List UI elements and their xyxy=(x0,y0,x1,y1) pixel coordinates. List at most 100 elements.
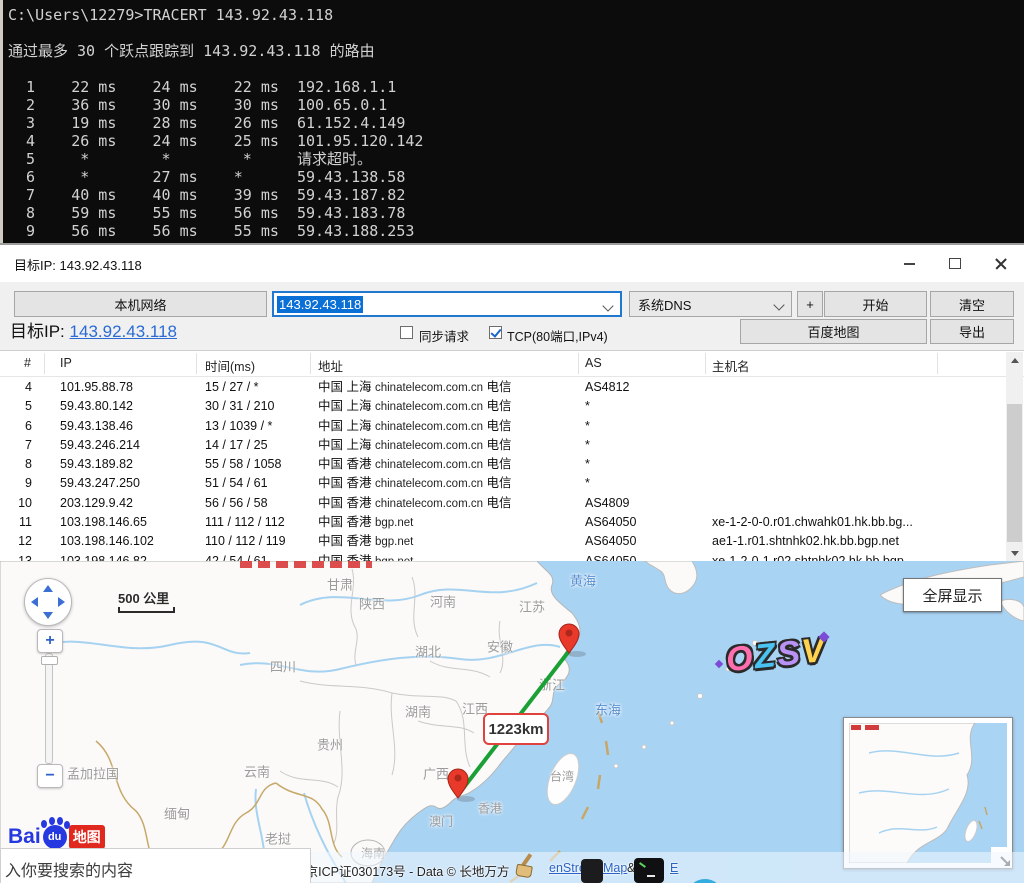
terminal-app-icon[interactable] xyxy=(634,858,664,883)
table-row[interactable]: 7 59.43.246.214 14 / 17 / 25 中国 上海 china… xyxy=(0,436,1006,455)
hops-table: # IP 时间(ms) 地址 AS 主机名 4 101.95.88.78 15 … xyxy=(0,350,1024,563)
terminal-edge-strip xyxy=(0,0,3,243)
map-scale-label: 500 公里 xyxy=(118,588,169,607)
baidu-map-logo: Bai du 地图 xyxy=(8,825,105,849)
hop-address: 中国 香港 chinatelecom.com.cn 电信 xyxy=(318,474,512,494)
minimize-button[interactable] xyxy=(886,245,932,282)
map-place-label: 澳门 xyxy=(429,813,453,830)
chevron-down-icon[interactable] xyxy=(602,300,613,311)
dark-app-icon[interactable] xyxy=(581,859,603,883)
hop-times: 55 / 58 / 1058 xyxy=(205,455,281,474)
zoom-in-button[interactable]: + xyxy=(37,629,63,653)
map-place-label: 云南 xyxy=(244,762,270,781)
table-row[interactable]: 12 103.198.146.102 110 / 112 / 119 中国 香港… xyxy=(0,532,1006,551)
terminal-line xyxy=(8,60,1024,78)
hop-times: 13 / 1039 / * xyxy=(205,417,272,436)
add-button[interactable]: + xyxy=(797,291,823,317)
col-index: # xyxy=(24,356,31,370)
osm-link-fragment[interactable]: Map xyxy=(603,861,627,875)
pan-right-icon xyxy=(58,597,65,607)
map-place-label: 四川 xyxy=(270,657,296,676)
scroll-down-arrow[interactable] xyxy=(1006,545,1023,562)
terminal-window[interactable]: C:\Users\12279>TRACERT 143.92.43.118 通过最多… xyxy=(0,0,1024,243)
tcp-checkbox[interactable] xyxy=(489,326,502,339)
map-place-label: 陕西 xyxy=(359,594,385,613)
hop-address: 中国 香港 chinatelecom.com.cn 电信 xyxy=(318,455,512,475)
hop-ip: 59.43.246.214 xyxy=(60,436,140,455)
table-row[interactable]: 5 59.43.80.142 30 / 31 / 210 中国 上海 china… xyxy=(0,397,1006,416)
scroll-up-arrow[interactable] xyxy=(1006,352,1023,369)
table-row[interactable]: 8 59.43.189.82 55 / 58 / 1058 中国 香港 chin… xyxy=(0,455,1006,474)
titlebar[interactable]: 目标IP: 143.92.43.118 xyxy=(0,245,1024,282)
clipped-red-text xyxy=(240,561,372,568)
col-hostname: 主机名 xyxy=(712,356,750,375)
link-fragment[interactable]: E xyxy=(670,861,678,875)
hop-address: 中国 香港 chinatelecom.com.cn 电信 xyxy=(318,494,512,514)
hop-as: * xyxy=(585,455,590,474)
close-button[interactable] xyxy=(978,245,1024,282)
hop-number: 4 xyxy=(8,378,32,397)
clear-button[interactable]: 清空 xyxy=(930,291,1014,317)
table-row[interactable]: 4 101.95.88.78 15 / 27 / * 中国 上海 chinate… xyxy=(0,378,1006,397)
map-pan-control[interactable] xyxy=(24,578,72,626)
table-row[interactable]: 6 59.43.138.46 13 / 1039 / * 中国 上海 china… xyxy=(0,417,1006,436)
hop-ip: 59.43.189.82 xyxy=(60,455,133,474)
hop-number: 10 xyxy=(8,494,32,513)
table-row[interactable]: 9 59.43.247.250 51 / 54 / 61 中国 香港 china… xyxy=(0,474,1006,493)
attribution-text: - 京ICP证030173号 - Data © 长地万方 xyxy=(298,861,509,880)
maximize-button[interactable] xyxy=(932,245,978,282)
hop-as: * xyxy=(585,397,590,416)
baidu-logo-text: Bai xyxy=(8,825,41,849)
target-ip-combobox[interactable]: 143.92.43.118 xyxy=(272,291,622,317)
scrollbar-thumb[interactable] xyxy=(1007,404,1022,542)
hop-number: 7 xyxy=(8,436,32,455)
minimap-overlay[interactable] xyxy=(843,717,1013,869)
col-address: 地址 xyxy=(318,356,343,375)
hop-hostname: ae1-1.r01.shtnhk02.hk.bb.bgp.net xyxy=(712,532,899,551)
terminal-line: 2 36 ms 30 ms 30 ms 100.65.0.1 xyxy=(8,96,1024,114)
start-button[interactable]: 开始 xyxy=(824,291,927,317)
hop-ip: 103.198.146.102 xyxy=(60,532,154,551)
table-scrollbar[interactable] xyxy=(1006,352,1023,562)
terminal-line: C:\Users\12279>TRACERT 143.92.43.118 xyxy=(8,6,1024,24)
hop-as: * xyxy=(585,417,590,436)
hop-number: 6 xyxy=(8,417,32,436)
baidu-map-panel[interactable]: 黄海甘肃陕西河南江苏安徽四川湖北湖南江西浙江东海贵州广西云南台湾香港澳门孟加拉国… xyxy=(0,561,1024,883)
table-row[interactable]: 10 203.129.9.42 56 / 56 / 58 中国 香港 china… xyxy=(0,494,1006,513)
map-place-label: 孟加拉国 xyxy=(67,764,119,783)
export-button[interactable]: 导出 xyxy=(930,319,1014,344)
hop-address: 中国 香港 bgp.net xyxy=(318,532,413,552)
hop-number: 12 xyxy=(8,532,32,551)
hop-times: 30 / 31 / 210 xyxy=(205,397,275,416)
fullscreen-button[interactable]: 全屏显示 xyxy=(903,578,1002,612)
terminal-line: 通过最多 30 个跃点跟踪到 143.92.43.118 的路由 xyxy=(8,42,1024,60)
map-place-label: 湖北 xyxy=(415,642,441,661)
hop-ip: 59.43.80.142 xyxy=(60,397,133,416)
local-network-button[interactable]: 本机网络 xyxy=(14,291,267,317)
target-ip-link[interactable]: 143.92.43.118 xyxy=(70,322,177,341)
hop-as: * xyxy=(585,474,590,493)
table-row[interactable]: 11 103.198.146.65 111 / 112 / 112 中国 香港 … xyxy=(0,513,1006,532)
zoom-out-button[interactable]: − xyxy=(37,764,63,788)
sync-request-label: 同步请求 xyxy=(419,326,469,345)
broom-icon[interactable] xyxy=(514,853,540,879)
terminal-line: 9 56 ms 56 ms 55 ms 59.43.188.253 xyxy=(8,222,1024,240)
search-suggestion-popup[interactable]: 入你要搜索的内容 xyxy=(0,848,311,883)
dns-select[interactable]: 系统DNS xyxy=(629,291,792,317)
pan-left-icon xyxy=(31,597,38,607)
hop-address: 中国 香港 bgp.net xyxy=(318,513,413,533)
hop-ip: 103.198.146.65 xyxy=(60,513,147,532)
search-suggestion-text: 入你要搜索的内容 xyxy=(5,857,133,881)
hop-as: AS64050 xyxy=(585,532,636,551)
sync-request-checkbox[interactable] xyxy=(400,326,413,339)
minimap-red-text-marks xyxy=(851,725,879,730)
map-place-label: 香港 xyxy=(478,800,502,817)
hop-times: 111 / 112 / 112 xyxy=(205,513,285,532)
target-ip-label: 目标IP: xyxy=(10,322,65,341)
baidu-map-button[interactable]: 百度地图 xyxy=(740,319,927,344)
terminal-line: 1 22 ms 24 ms 22 ms 192.168.1.1 xyxy=(8,78,1024,96)
zoom-slider-track[interactable] xyxy=(45,653,53,764)
hop-number: 8 xyxy=(8,455,32,474)
zoom-slider-knob[interactable] xyxy=(41,656,58,665)
minimap-canvas xyxy=(849,723,1007,863)
